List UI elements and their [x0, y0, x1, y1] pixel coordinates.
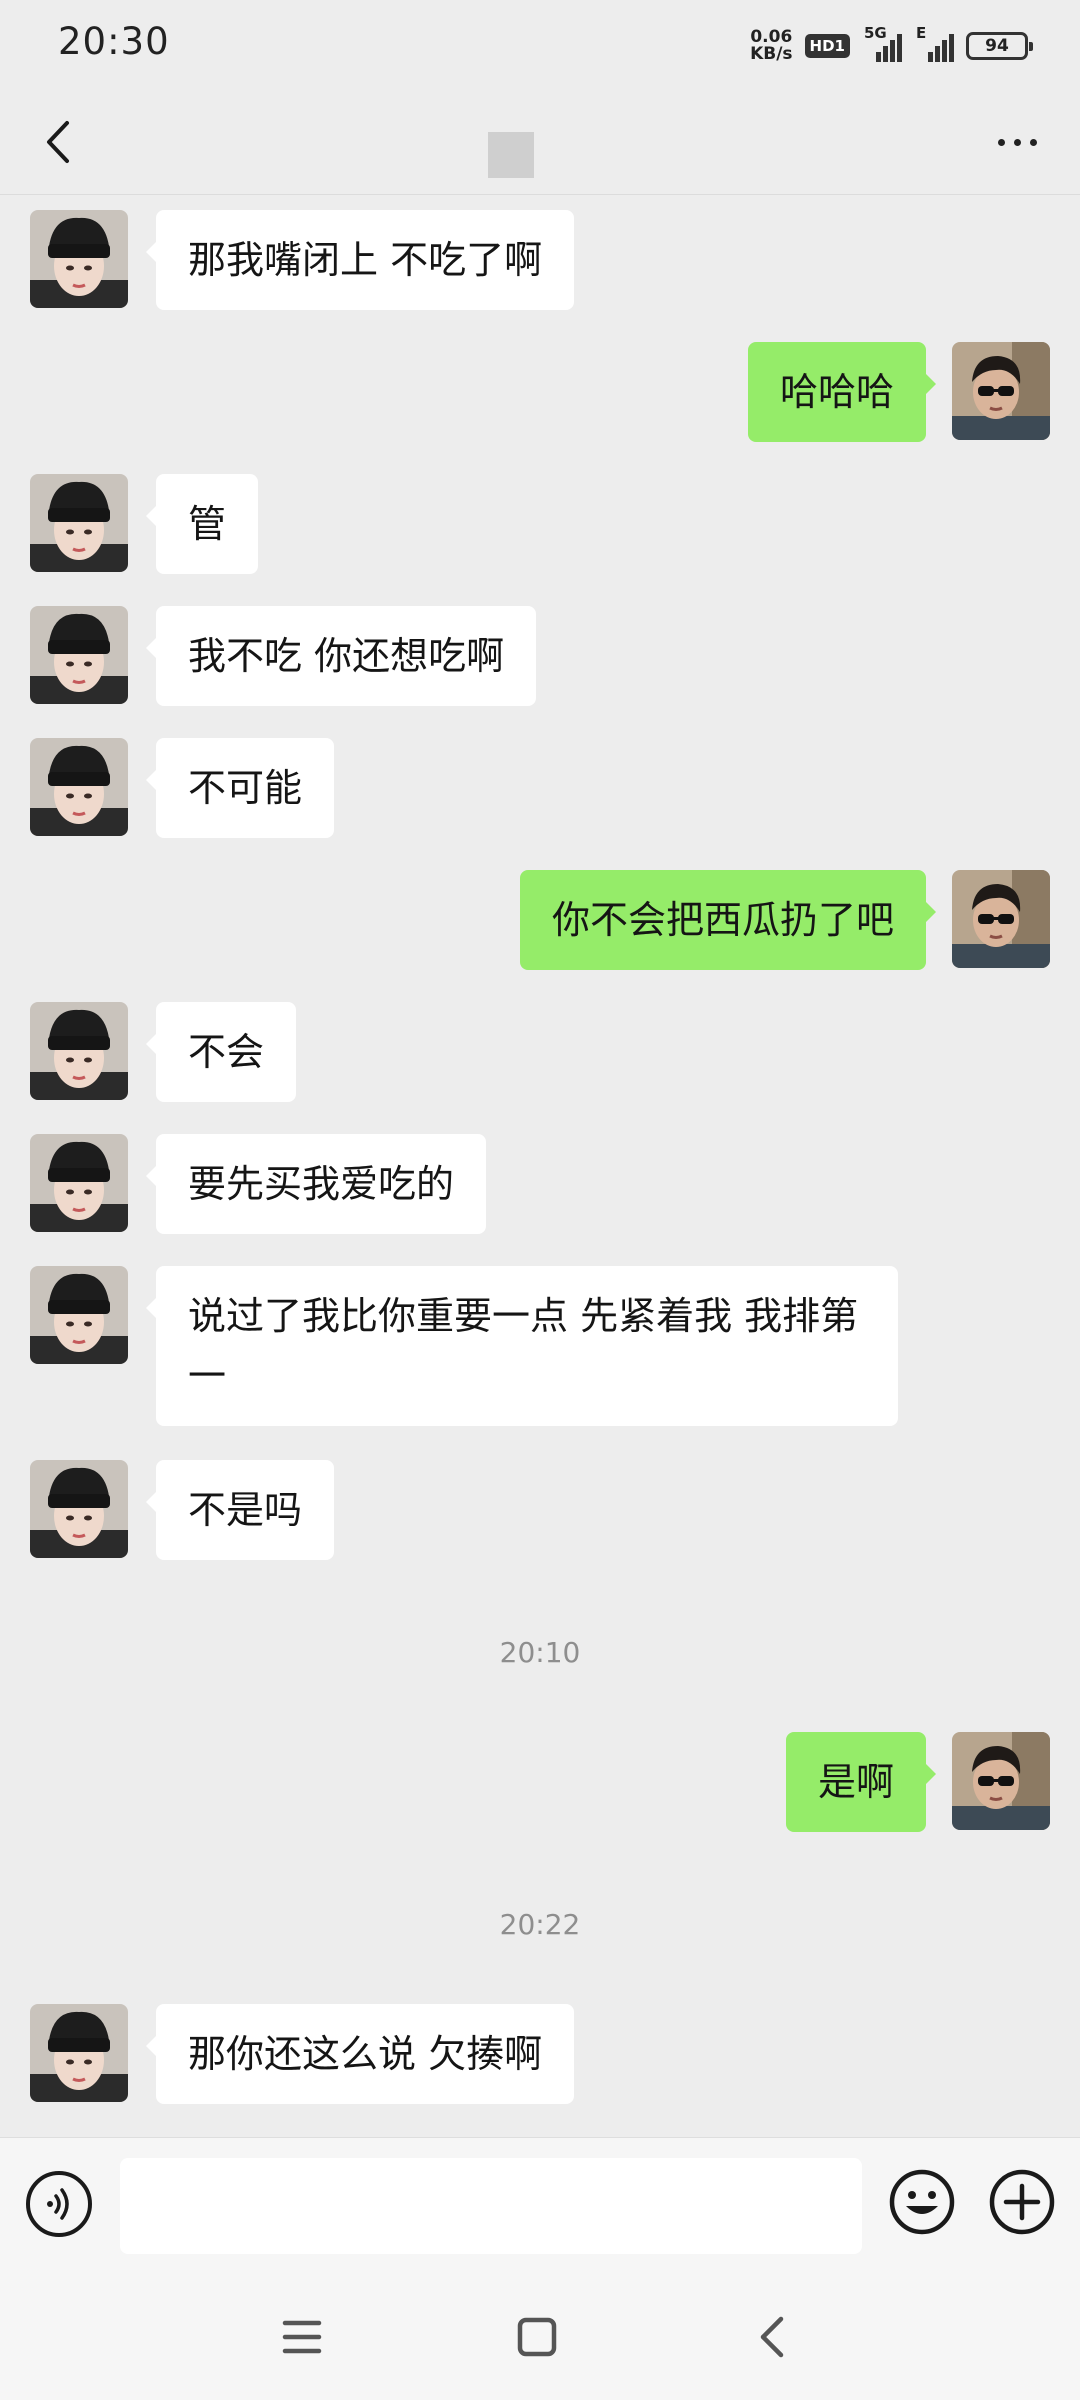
network-speed-unit: KB/s	[750, 44, 793, 64]
message-row: 不会	[0, 1002, 1080, 1102]
signal-icon: E	[914, 24, 954, 62]
emoji-icon	[889, 2169, 955, 2235]
incoming-message-bubble[interactable]: 那我嘴闭上 不吃了啊	[145, 210, 575, 310]
incoming-message-bubble[interactable]: 不可能	[145, 738, 335, 838]
signal-icon: 5G	[862, 24, 902, 62]
message-row: 你不会把西瓜扔了吧	[0, 870, 1080, 970]
plus-icon	[989, 2169, 1055, 2235]
contact-avatar-image	[30, 2004, 128, 2102]
voice-icon	[47, 2188, 69, 2220]
chevron-left-icon	[47, 121, 69, 163]
contact-avatar-image	[30, 606, 128, 704]
avatar[interactable]	[30, 2004, 128, 2102]
message-row: 不是吗	[0, 1460, 1080, 1560]
avatar[interactable]	[30, 210, 128, 308]
voice-button[interactable]	[26, 2171, 92, 2237]
battery-level: 94	[985, 36, 1009, 56]
message-input-bar	[0, 2137, 1080, 2272]
status-bar: 20:30 0.06 KB/s HD1 5G E 94	[0, 0, 1080, 90]
hd-badge: HD1	[804, 34, 850, 58]
contact-avatar-image	[30, 210, 128, 308]
signal-label: E	[916, 24, 927, 42]
contact-avatar-image	[30, 1266, 128, 1364]
network-speed: 0.06 KB/s	[750, 29, 792, 63]
avatar[interactable]	[952, 342, 1050, 440]
avatar[interactable]	[952, 870, 1050, 968]
message-timestamp: 20:22	[499, 1908, 581, 1941]
contact-avatar-image	[30, 738, 128, 836]
message-row: 那你还这么说 欠揍啊	[0, 2004, 1080, 2104]
incoming-message-bubble[interactable]: 管	[145, 474, 259, 574]
signal-label: 5G	[864, 24, 887, 42]
avatar[interactable]	[30, 1266, 128, 1364]
outgoing-message-bubble[interactable]: 你不会把西瓜扔了吧	[519, 870, 937, 970]
status-indicators: 0.06 KB/s HD1 5G E 94	[750, 24, 1033, 68]
incoming-message-bubble[interactable]: 要先买我爱吃的	[145, 1134, 487, 1234]
system-back-button[interactable]	[737, 2302, 807, 2372]
message-row: 我不吃 你还想吃啊	[0, 606, 1080, 706]
message-row: 说过了我比你重要一点 先紧着我 我排第一	[0, 1266, 1080, 1430]
more-dots-icon	[997, 138, 1005, 146]
user-avatar-image	[952, 1732, 1050, 1830]
contact-avatar-image	[30, 1002, 128, 1100]
incoming-message-bubble[interactable]: 不是吗	[145, 1460, 335, 1560]
contact-avatar-image	[30, 1134, 128, 1232]
message-row: 管	[0, 474, 1080, 574]
avatar[interactable]	[30, 1460, 128, 1558]
avatar[interactable]	[30, 1002, 128, 1100]
incoming-message-bubble[interactable]: 我不吃 你还想吃啊	[145, 606, 537, 706]
contact-avatar-image	[30, 474, 128, 572]
home-square-icon	[517, 2317, 557, 2357]
message-row: 不可能	[0, 738, 1080, 838]
avatar[interactable]	[952, 1732, 1050, 1830]
back-button[interactable]	[28, 112, 88, 172]
system-navigation-bar	[0, 2272, 1080, 2400]
more-features-button[interactable]	[988, 2168, 1056, 2236]
message-row: 要先买我爱吃的	[0, 1134, 1080, 1234]
avatar[interactable]	[30, 474, 128, 572]
more-button[interactable]	[982, 114, 1052, 170]
emoji-button[interactable]	[888, 2168, 956, 2236]
incoming-message-bubble[interactable]: 那你还这么说 欠揍啊	[145, 2004, 575, 2104]
user-avatar-image	[952, 870, 1050, 968]
system-back-icon	[760, 2316, 784, 2358]
menu-icon	[282, 2320, 322, 2354]
avatar[interactable]	[30, 1134, 128, 1232]
message-timestamp: 20:10	[499, 1636, 581, 1669]
message-row: 哈哈哈	[0, 342, 1080, 442]
chat-title-placeholder	[488, 132, 534, 178]
recents-button[interactable]	[267, 2302, 337, 2372]
outgoing-message-bubble[interactable]: 哈哈哈	[747, 342, 937, 442]
outgoing-message-bubble[interactable]: 是啊	[785, 1732, 937, 1832]
message-row: 那我嘴闭上 不吃了啊	[0, 210, 1080, 310]
incoming-message-bubble[interactable]: 不会	[145, 1002, 297, 1102]
status-time: 20:30	[58, 20, 170, 63]
user-avatar-image	[952, 342, 1050, 440]
avatar[interactable]	[30, 606, 128, 704]
message-input[interactable]	[120, 2158, 862, 2254]
avatar[interactable]	[30, 738, 128, 836]
contact-avatar-image	[30, 1460, 128, 1558]
message-row: 是啊	[0, 1732, 1080, 1832]
battery-icon: 94	[966, 32, 1033, 60]
home-button[interactable]	[502, 2302, 572, 2372]
incoming-message-bubble[interactable]: 说过了我比你重要一点 先紧着我 我排第一	[146, 1266, 898, 1426]
chat-header	[0, 90, 1080, 195]
